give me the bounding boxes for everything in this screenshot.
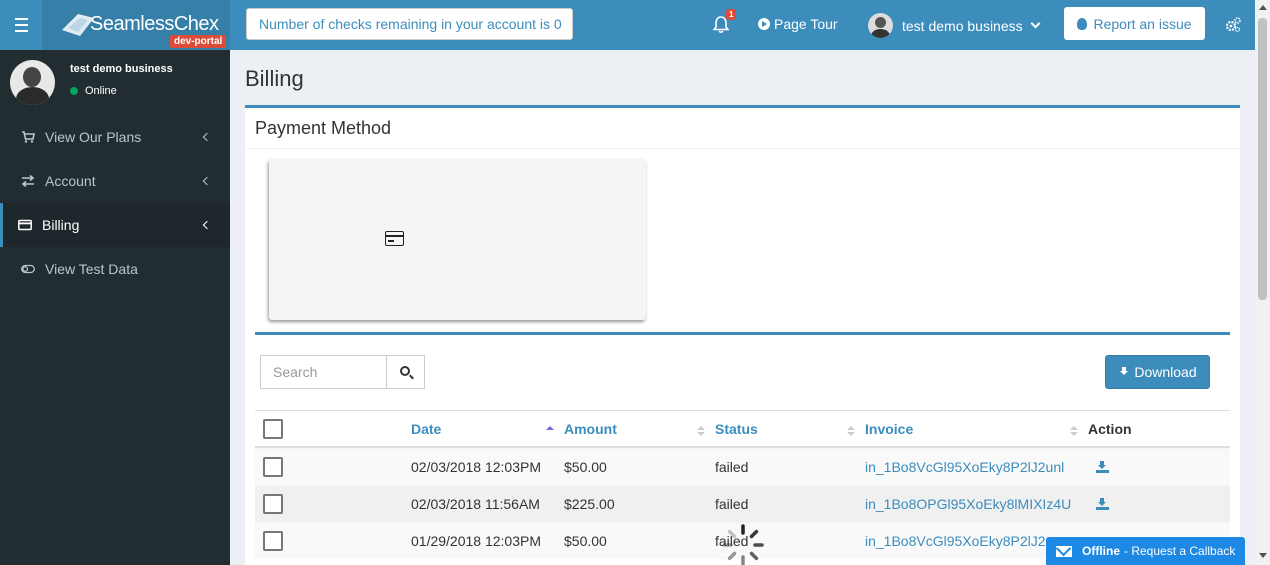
row-checkbox[interactable]: [263, 531, 283, 551]
user-menu[interactable]: test demo business: [868, 13, 1041, 38]
invoice-link[interactable]: in_1Bo8VcGl95XoEky8P2lJ2unl: [865, 459, 1088, 475]
checks-remaining-notice[interactable]: Number of checks remaining in your accou…: [246, 8, 573, 40]
search-icon: [399, 366, 410, 376]
download-button[interactable]: Download: [1105, 355, 1210, 389]
page-tour-label: Page Tour: [774, 16, 838, 32]
sidebar-item-label: View Our Plans: [45, 129, 142, 145]
download-label: Download: [1134, 364, 1197, 380]
chat-separator: -: [1124, 544, 1132, 558]
cell-status: failed: [715, 496, 749, 512]
page-title: Billing: [245, 66, 304, 91]
chat-status: Offline: [1082, 544, 1120, 558]
sidebar-menu: View Our Plans Account Billing View Test…: [0, 115, 230, 291]
page-scrollbar[interactable]: [1255, 0, 1270, 565]
payment-method-box: Payment Method Search Download Date Amou…: [245, 105, 1240, 565]
play-circle-icon: [758, 18, 770, 30]
report-issue-button[interactable]: Report an issue: [1064, 7, 1205, 40]
add-payment-card[interactable]: [269, 159, 646, 320]
scroll-up-icon[interactable]: [1259, 5, 1267, 10]
column-header-amount[interactable]: Amount: [564, 421, 715, 437]
top-navbar: Number of checks remaining in your accou…: [230, 0, 1255, 50]
table-header-row: Date Amount Status Invoice Action: [255, 410, 1230, 448]
sidebar-item-billing[interactable]: Billing: [0, 203, 230, 247]
column-header-status[interactable]: Status: [715, 421, 865, 437]
row-checkbox[interactable]: [263, 494, 283, 514]
chat-action: Request a Callback: [1131, 544, 1236, 558]
exchange-icon: [21, 174, 35, 188]
credit-card-icon: [18, 219, 32, 231]
sidebar: test demo business Online View Our Plans…: [0, 50, 230, 565]
logo-text: SeamlessChex: [90, 13, 219, 35]
user-status: Online: [70, 85, 117, 97]
cart-icon: [22, 131, 35, 143]
table-row: 02/03/2018 12:03PM $50.00 failed in_1Bo8…: [255, 448, 1230, 485]
chat-callback-bar[interactable]: Offline - Request a Callback: [1046, 537, 1245, 565]
scrollbar-thumb[interactable]: [1258, 18, 1267, 300]
sort-ascending-icon: [546, 425, 554, 436]
cell-amount: $225.00: [564, 496, 615, 512]
search-button[interactable]: [386, 355, 425, 389]
avatar: [868, 13, 893, 38]
billing-table-section: Search Download Date Amount Status Invoi…: [255, 332, 1230, 559]
search-input[interactable]: Search: [260, 355, 386, 389]
user-panel: test demo business Online: [0, 50, 230, 115]
user-status-label: Online: [85, 85, 117, 97]
main-content: Billing Payment Method Search Download D…: [230, 50, 1255, 565]
cell-amount: $50.00: [564, 459, 607, 475]
box-title: Payment Method: [255, 118, 392, 138]
online-status-icon: [70, 87, 78, 95]
cell-date: 02/03/2018 12:03PM: [411, 459, 541, 475]
download-icon[interactable]: [1096, 498, 1109, 510]
cell-status: failed: [715, 459, 749, 475]
table-row: 02/03/2018 11:56AM $225.00 failed in_1Bo…: [255, 485, 1230, 522]
sort-icon: [847, 425, 855, 436]
cell-date: 02/03/2018 11:56AM: [411, 496, 540, 512]
toggle-icon: [21, 264, 35, 274]
column-header-label: Status: [715, 420, 758, 437]
column-header-label: Amount: [564, 420, 617, 437]
column-header-invoice[interactable]: Invoice: [865, 421, 1088, 437]
chevron-left-icon: [202, 176, 212, 186]
loading-spinner-icon: [722, 524, 764, 565]
cell-date: 01/29/2018 12:03PM: [411, 533, 541, 549]
sidebar-item-label: View Test Data: [45, 261, 138, 277]
sidebar-item-view-test-data[interactable]: View Test Data: [0, 247, 230, 291]
row-checkbox[interactable]: [263, 457, 283, 477]
download-icon: [1118, 366, 1130, 378]
download-icon[interactable]: [1096, 461, 1109, 473]
sidebar-item-label: Account: [45, 173, 96, 189]
report-issue-label: Report an issue: [1093, 15, 1192, 32]
gears-icon[interactable]: [1225, 17, 1241, 33]
credit-card-icon: [385, 231, 404, 246]
page-tour-button[interactable]: Page Tour: [758, 16, 838, 32]
invoice-link[interactable]: in_1Bo8OPGl95XoEky8lMIXIz4U: [865, 496, 1088, 512]
env-badge: dev-portal: [170, 35, 227, 48]
bug-icon: [1077, 17, 1088, 30]
envelope-icon: [1056, 545, 1072, 557]
sort-icon: [1070, 425, 1078, 436]
notification-count-badge: 1: [726, 9, 737, 20]
select-all-checkbox[interactable]: [263, 418, 283, 439]
search-group: Search: [260, 355, 425, 389]
avatar: [10, 60, 55, 105]
chevron-left-icon: [202, 132, 212, 142]
logo-area[interactable]: SeamlessChex dev-portal: [0, 0, 230, 50]
sidebar-item-view-our-plans[interactable]: View Our Plans: [0, 115, 230, 159]
chevron-left-icon: [202, 220, 212, 230]
user-menu-name: test demo business: [902, 17, 1023, 34]
column-header-date[interactable]: Date: [411, 421, 564, 437]
cell-amount: $50.00: [564, 533, 607, 549]
divider: [245, 148, 1240, 149]
sidebar-user-name: test demo business: [70, 63, 173, 75]
sort-icon: [697, 425, 705, 436]
sidebar-item-account[interactable]: Account: [0, 159, 230, 203]
chevron-down-icon: [1030, 18, 1041, 29]
column-header-action: Action: [1088, 420, 1132, 437]
column-header-label: Invoice: [865, 420, 914, 437]
column-header-label: Date: [411, 420, 442, 437]
scroll-down-icon[interactable]: [1259, 553, 1267, 558]
menu-toggle-button[interactable]: [0, 0, 42, 50]
hamburger-icon: [14, 16, 28, 34]
sidebar-item-label: Billing: [42, 217, 80, 233]
